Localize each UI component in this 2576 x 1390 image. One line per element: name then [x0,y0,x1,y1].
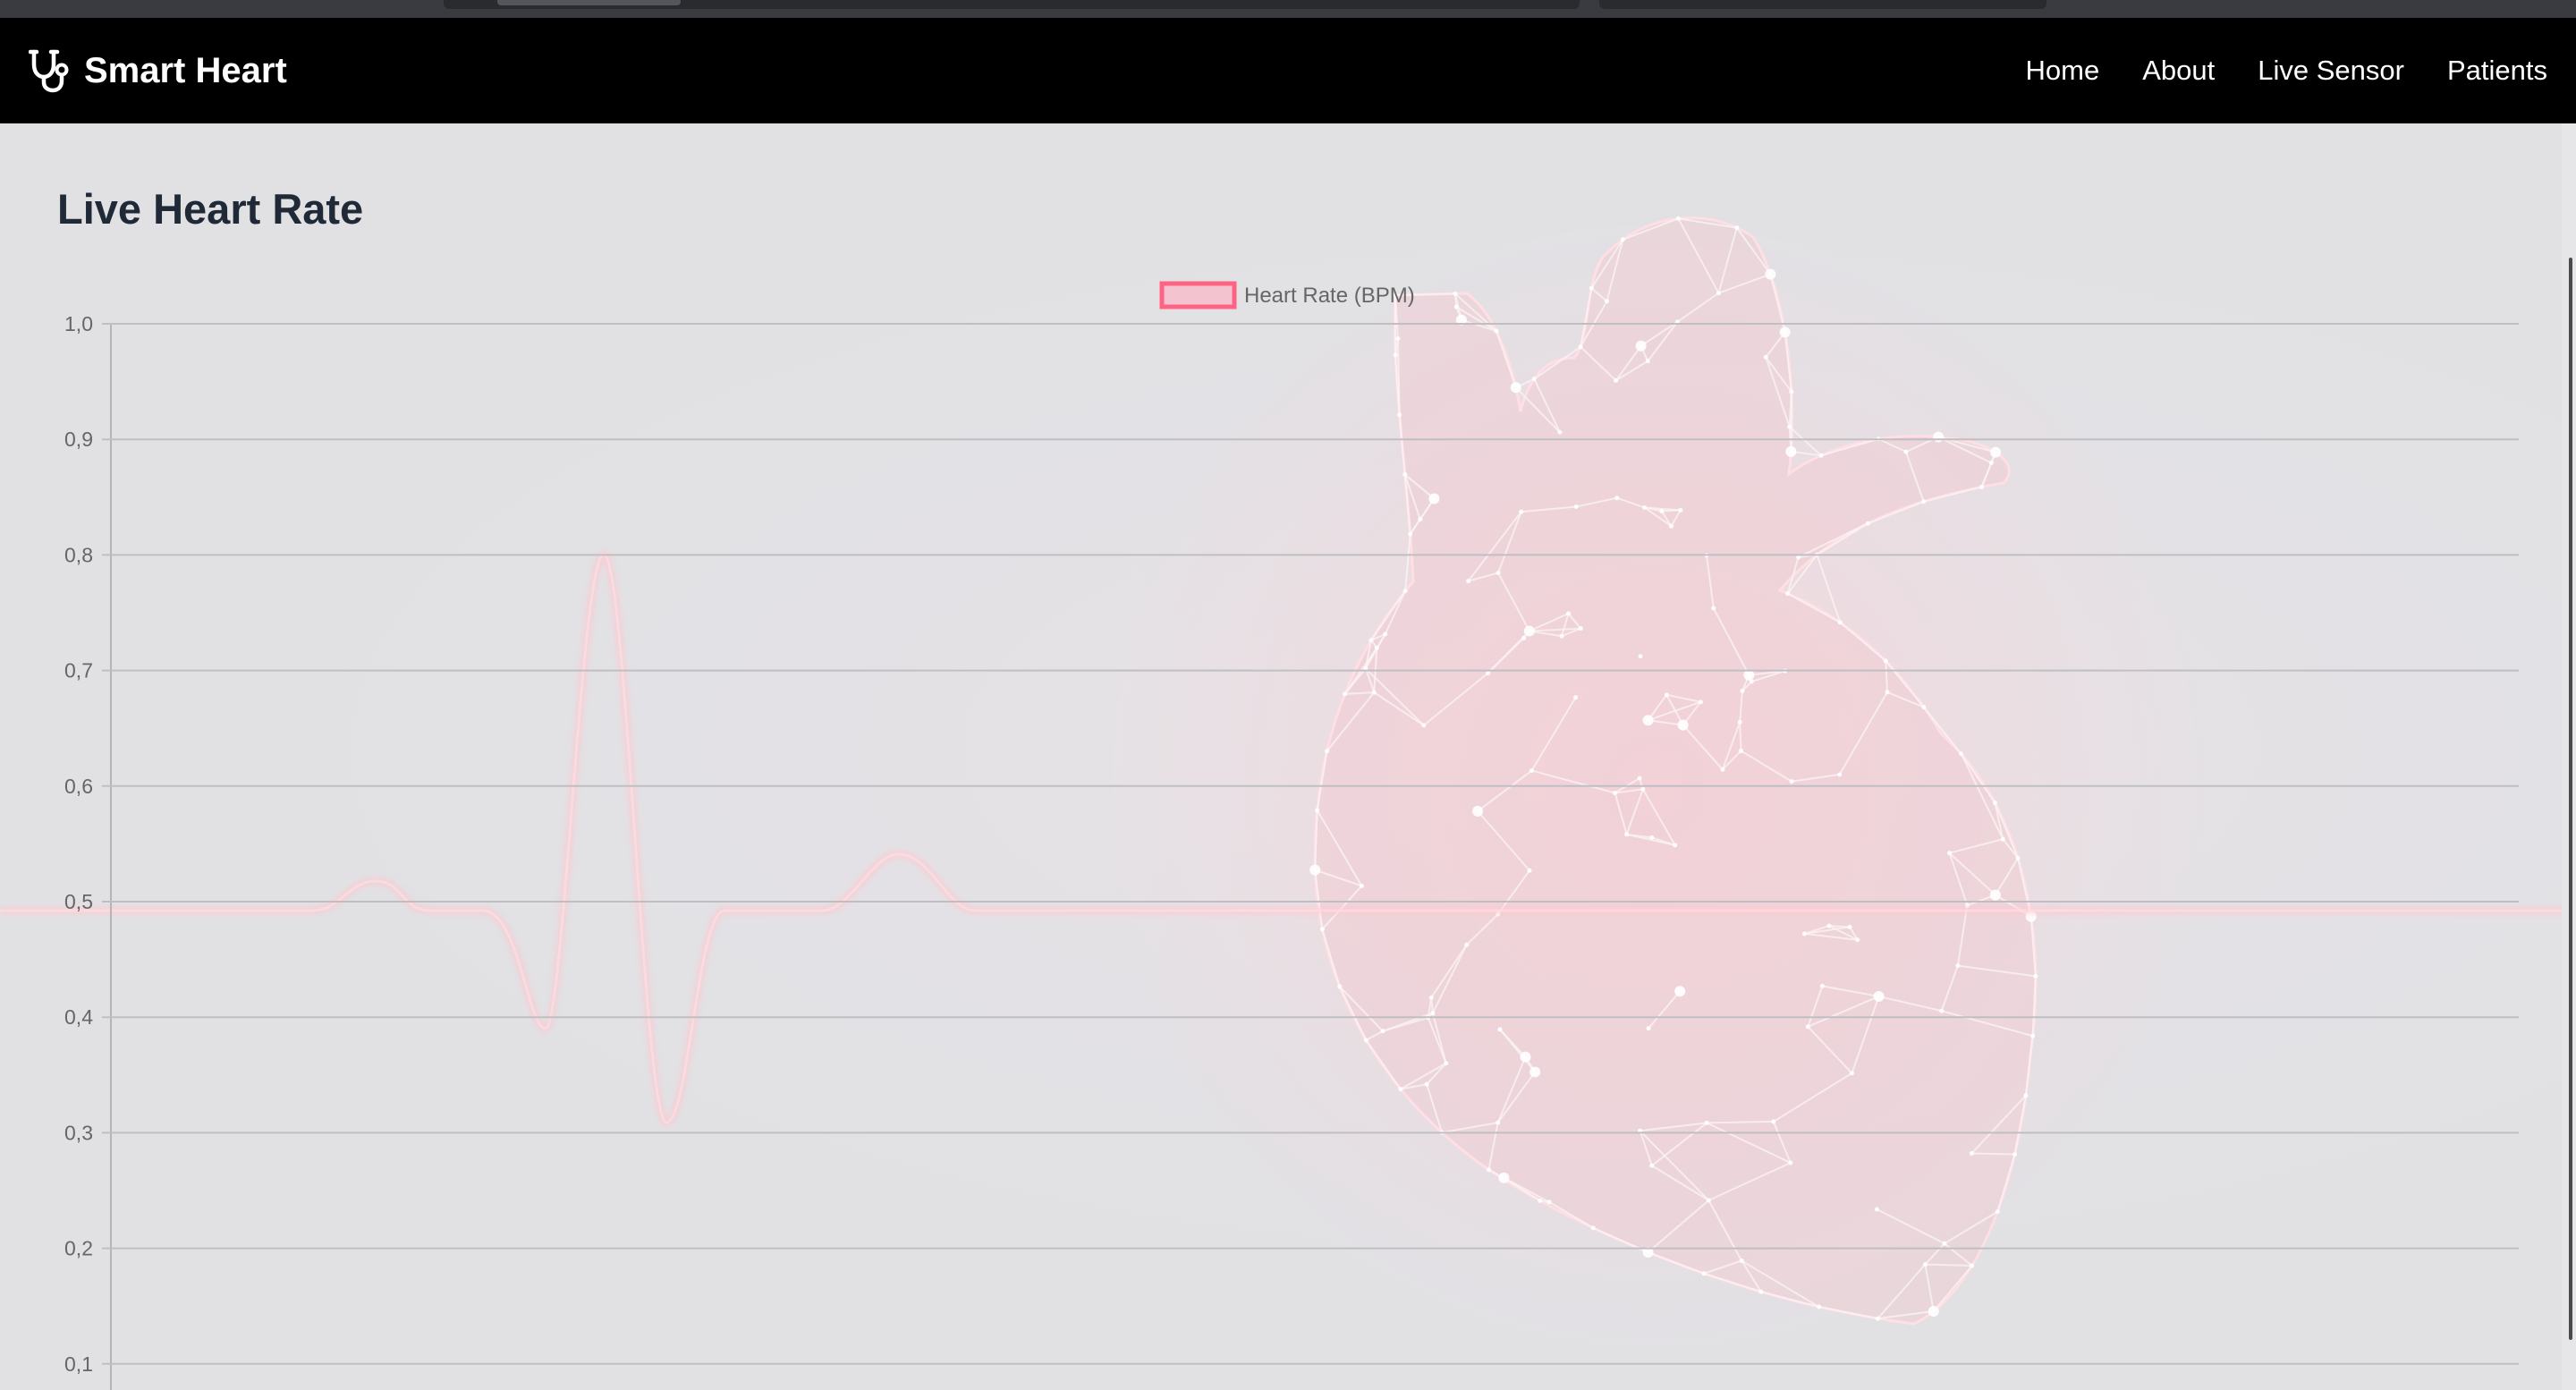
nav-link-live-sensor[interactable]: Live Sensor [2258,55,2404,87]
browser-tab[interactable] [1599,0,2046,9]
page-scrollbar[interactable] [2562,123,2576,1390]
heart-illustration [0,215,2562,1360]
browser-tab-strip [0,0,2576,18]
y-tick-label: 0,5 [64,890,93,913]
stethoscope-icon [29,49,69,93]
y-tick-label: 0,3 [64,1121,93,1144]
y-tick-label: 0,4 [64,1005,93,1029]
scrollbar-thumb[interactable] [2569,258,2572,1340]
y-tick-label: 0,6 [64,775,93,798]
browser-tab-active-indicator [497,0,681,5]
nav-links: Home About Live Sensor Patients [1983,18,2547,123]
y-tick-label: 0,8 [64,543,93,566]
y-tick-label: 0,7 [64,659,93,682]
nav-link-home[interactable]: Home [2026,55,2100,87]
heart-rate-chart: 1,0 0,9 0,8 0,7 0,6 0,5 0,4 0,3 0,2 0,1 Heart Rat… [0,215,2562,1390]
nav-link-about[interactable]: About [2142,55,2215,87]
nav-link-patients[interactable]: Patients [2447,55,2547,87]
y-tick-label: 1,0 [64,312,93,335]
browser-tab[interactable] [444,0,1580,9]
y-tick-label: 0,1 [64,1352,93,1376]
brand[interactable]: Smart Heart [29,18,287,123]
y-tick-label: 0,2 [64,1237,93,1260]
legend-swatch[interactable] [1159,281,1237,309]
navbar: Smart Heart Home About Live Sensor Patie… [0,18,2576,123]
y-tick-label: 0,9 [64,428,93,451]
legend-label[interactable]: Heart Rate (BPM) [1244,284,1415,308]
chart-legend[interactable]: Heart Rate (BPM) [1159,281,1415,309]
brand-name: Smart Heart [84,50,287,90]
chart-y-axis: 1,0 0,9 0,8 0,7 0,6 0,5 0,4 0,3 0,2 0,1 [64,312,93,1376]
